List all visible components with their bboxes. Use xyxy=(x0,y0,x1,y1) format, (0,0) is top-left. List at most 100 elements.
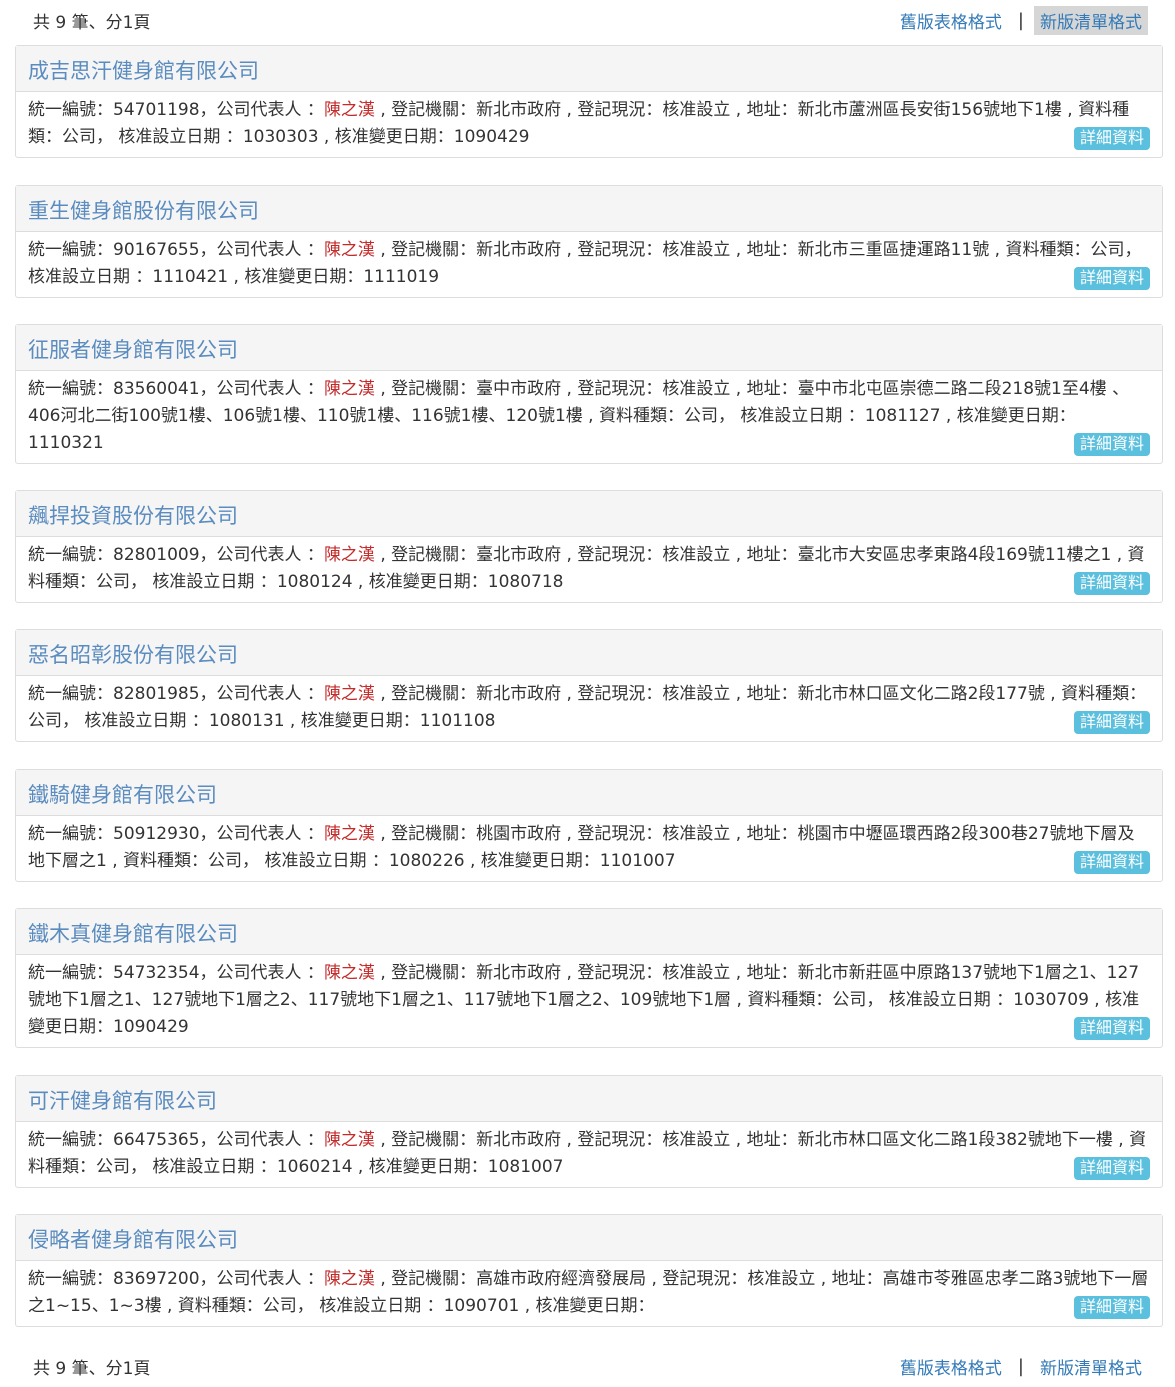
format-switcher: 舊版表格格式 | 新版清單格式 xyxy=(894,1352,1148,1381)
approve-date-label: 核准設立日期 ： xyxy=(740,406,865,426)
separator: ， xyxy=(62,711,85,731)
separator: , xyxy=(1111,545,1128,565)
separator: , xyxy=(374,100,392,120)
separator: , xyxy=(561,684,578,704)
format-separator: | xyxy=(1017,10,1024,31)
company-details: 統一編號：82801009，公司代表人 ：陳之漢 , 登記機關：臺北市政府 , … xyxy=(16,537,1162,602)
company-card: 重生健身館股份有限公司 統一編號：90167655，公司代表人 ：陳之漢 , 登記… xyxy=(15,185,1163,298)
company-name-link[interactable]: 鐵騎健身館有限公司 xyxy=(28,783,217,807)
authority-value: 新北市政府 xyxy=(476,240,562,260)
approve-date-label: 核准設立日期 ： xyxy=(319,1296,444,1316)
separator: ， xyxy=(199,684,217,704)
approve-date-label: 核准設立日期 ： xyxy=(888,990,1014,1010)
company-name-link[interactable]: 侵略者健身館有限公司 xyxy=(28,1228,238,1252)
company-name-link[interactable]: 可汗健身館有限公司 xyxy=(28,1089,217,1113)
rep-label: 公司代表人 ： xyxy=(216,240,324,260)
company-details: 統一編號：50912930，公司代表人 ：陳之漢 , 登記機關：桃園市政府 , … xyxy=(16,816,1162,881)
separator: , xyxy=(730,240,747,260)
data-type-label: 資料種類： xyxy=(123,851,209,871)
company-name-link[interactable]: 鐵木真健身館有限公司 xyxy=(28,922,238,946)
separator: ， xyxy=(199,545,217,565)
separator: , xyxy=(730,824,747,844)
rep-label: 公司代表人 ： xyxy=(216,684,324,704)
rep-label: 公司代表人 ： xyxy=(216,100,324,120)
separator: , xyxy=(374,1130,392,1150)
company-card-header: 重生健身館股份有限公司 xyxy=(16,186,1162,232)
address-label: 地址： xyxy=(746,1130,798,1150)
company-card: 征服者健身館有限公司統一編號：83560041，公司代表人 ：陳之漢 , 登記機… xyxy=(15,324,1163,464)
separator: ， xyxy=(296,1296,320,1316)
detail-button[interactable]: 詳細資料 xyxy=(1073,127,1150,150)
separator: , xyxy=(1044,684,1062,704)
company-name-link[interactable]: 成吉思汗健身館有限公司 xyxy=(28,59,259,83)
company-card-header: 鐵騎健身館有限公司 xyxy=(16,770,1162,816)
separator: , xyxy=(464,851,481,871)
authority-value: 新北市政府 xyxy=(476,684,562,704)
old-format-link[interactable]: 舊版表格格式 xyxy=(894,6,1008,35)
authority-value: 新北市政府 xyxy=(476,963,562,983)
approve-date-label: 核准設立日期 ： xyxy=(264,851,389,871)
separator: , xyxy=(374,1269,392,1289)
rep-value: 陳之漢 xyxy=(323,545,375,565)
separator: , xyxy=(374,240,392,260)
separator: , xyxy=(352,572,369,592)
separator: , xyxy=(519,1296,536,1316)
new-format-link[interactable]: 新版清單格式 xyxy=(1034,6,1148,35)
separator: , xyxy=(561,379,578,399)
approve-date-label: 核准設立日期 ： xyxy=(84,711,209,731)
authority-label: 登記機關： xyxy=(391,240,477,260)
company-card: 鐵騎健身館有限公司統一編號：50912930，公司代表人 ：陳之漢 , 登記機關… xyxy=(15,769,1163,882)
new-format-link[interactable]: 新版清單格式 xyxy=(1034,1352,1148,1381)
company-name-link[interactable]: 征服者健身館有限公司 xyxy=(28,338,238,362)
separator: , xyxy=(161,1296,178,1316)
detail-button[interactable]: 詳細資料 xyxy=(1073,433,1150,456)
separator: , xyxy=(561,824,578,844)
rep-label: 公司代表人 ： xyxy=(216,545,324,565)
address-label: 地址： xyxy=(746,379,798,399)
change-date-label: 核准變更日期： xyxy=(334,127,454,147)
detail-button[interactable]: 詳細資料 xyxy=(1073,1157,1150,1180)
separator: , xyxy=(730,379,747,399)
separator: , xyxy=(374,684,392,704)
company-card-header: 飆捍投資股份有限公司 xyxy=(16,491,1162,537)
authority-value: 新北市政府 xyxy=(476,100,562,120)
old-format-link[interactable]: 舊版表格格式 xyxy=(894,1352,1008,1381)
company-name-link[interactable]: 飆捍投資股份有限公司 xyxy=(28,504,238,528)
separator: ， xyxy=(199,824,217,844)
detail-button[interactable]: 詳細資料 xyxy=(1073,1296,1150,1319)
authority-label: 登記機關： xyxy=(391,824,477,844)
tax-id-value: 54732354 xyxy=(113,963,200,983)
authority-value: 臺北市政府 xyxy=(476,545,562,565)
approve-date-value: 1080124 xyxy=(276,572,353,592)
status-label: 登記現況： xyxy=(577,545,663,565)
company-card-header: 侵略者健身館有限公司 xyxy=(16,1215,1162,1261)
rep-label: 公司代表人 ： xyxy=(216,963,324,983)
company-details: 統一編號：83560041，公司代表人 ：陳之漢 , 登記機關：臺中市政府 , … xyxy=(16,371,1162,463)
change-date-value: 1110321 xyxy=(28,433,104,453)
address-label: 地址： xyxy=(746,100,798,120)
data-type-value: 公司 xyxy=(96,1157,130,1177)
detail-button[interactable]: 詳細資料 xyxy=(1073,572,1150,595)
detail-button[interactable]: 詳細資料 xyxy=(1073,851,1150,874)
data-type-label: 資料種類： xyxy=(598,406,684,426)
separator: , xyxy=(815,1269,832,1289)
change-date-label: 核准變更日期： xyxy=(300,711,420,731)
detail-button[interactable]: 詳細資料 xyxy=(1073,1017,1150,1040)
tax-id-value: 82801009 xyxy=(113,545,200,565)
company-name-link[interactable]: 重生健身館股份有限公司 xyxy=(28,199,259,223)
company-name-link[interactable]: 惡名昭彰股份有限公司 xyxy=(28,643,238,667)
detail-button[interactable]: 詳細資料 xyxy=(1073,711,1150,734)
separator: , xyxy=(374,545,392,565)
authority-value: 臺中市政府 xyxy=(476,379,562,399)
separator: ， xyxy=(717,406,741,426)
data-type-value: 公司 xyxy=(1090,240,1125,260)
separator: , xyxy=(561,963,578,983)
separator: , xyxy=(106,851,124,871)
separator: , xyxy=(561,545,578,565)
tax-id-label: 統一編號： xyxy=(28,379,113,399)
tax-id-label: 統一編號： xyxy=(28,1130,113,1150)
separator: , xyxy=(284,711,301,731)
separator: , xyxy=(352,1157,369,1177)
separator: , xyxy=(1088,990,1106,1010)
detail-button[interactable]: 詳細資料 xyxy=(1073,267,1150,290)
